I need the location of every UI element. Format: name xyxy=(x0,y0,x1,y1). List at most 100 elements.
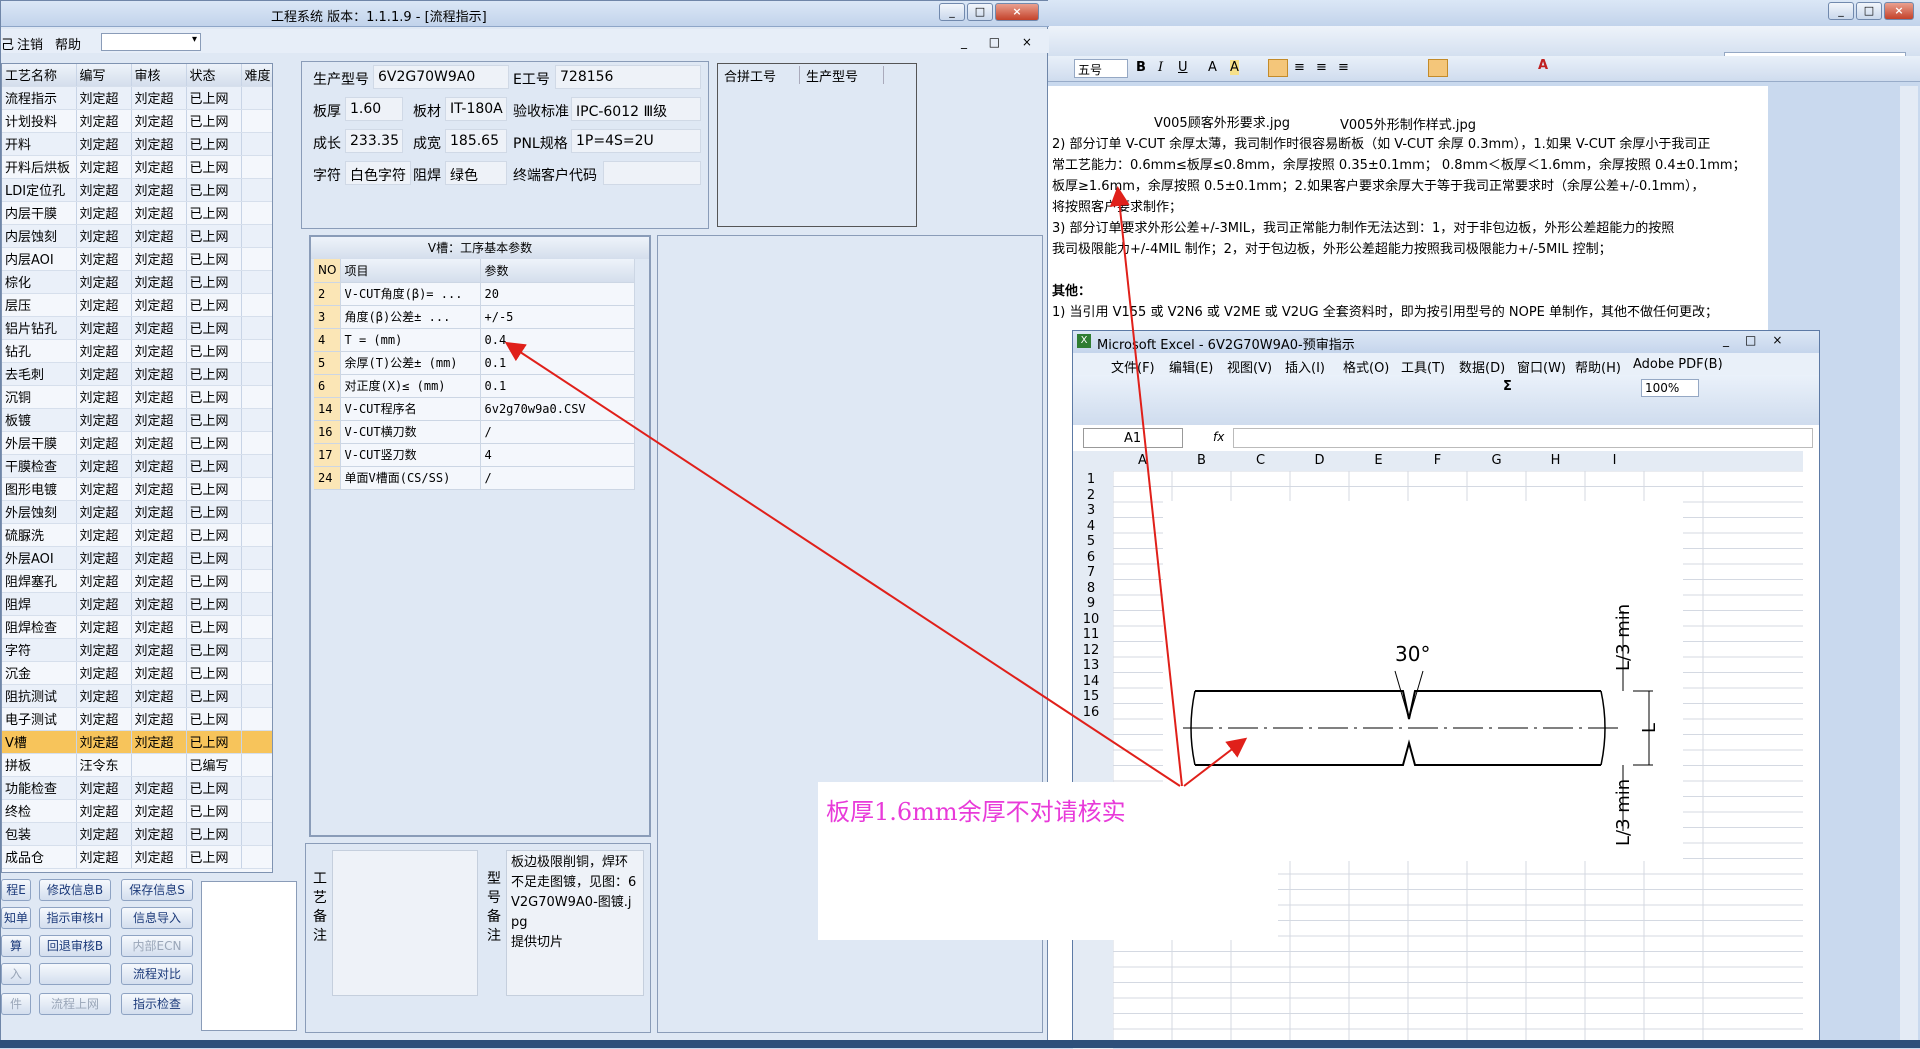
table-row[interactable]: 钻孔 刘定超 刘定超 已上网 xyxy=(2,339,272,363)
param-value-cell[interactable]: +/-5 xyxy=(480,305,635,329)
table-row[interactable]: 内层蚀刻 刘定超 刘定超 已上网 xyxy=(2,224,272,248)
sum-icon[interactable]: Σ xyxy=(1503,379,1512,394)
menu-item[interactable]: 视图(V) xyxy=(1227,357,1272,376)
menu-item[interactable]: 工具(T) xyxy=(1401,357,1445,376)
row-header[interactable]: 2 xyxy=(1073,488,1109,503)
row-header[interactable]: 16 xyxy=(1073,705,1109,720)
font-size-select[interactable]: 五号 xyxy=(1074,59,1128,78)
grid-header-cell[interactable]: 工艺名称 xyxy=(2,64,77,87)
table-row[interactable]: 功能检查 刘定超 刘定超 已上网 xyxy=(2,776,272,800)
row-header[interactable]: 1 xyxy=(1073,472,1109,487)
table-row[interactable]: 阻焊 刘定超 刘定超 已上网 xyxy=(2,592,272,616)
internal-ecn-button[interactable]: 内部ECN xyxy=(121,935,193,957)
table-row[interactable]: LDI定位孔 刘定超 刘定超 已上网 xyxy=(2,178,272,202)
file-button[interactable]: 件 xyxy=(1,993,31,1015)
column-header[interactable]: E xyxy=(1349,453,1408,468)
instruct-review-button[interactable]: 指示审核H xyxy=(39,907,111,929)
table-row[interactable]: 14 V-CUT程序名 6v2g70w9a0.CSV xyxy=(314,397,635,421)
maximize-button[interactable]: □ xyxy=(1856,2,1882,20)
table-row[interactable]: 沉铜 刘定超 刘定超 已上网 xyxy=(2,385,272,409)
width-field[interactable]: 185.65 xyxy=(445,129,507,153)
formula-bar[interactable] xyxy=(1233,428,1813,448)
table-row[interactable]: 外层AOI 刘定超 刘定超 已上网 xyxy=(2,546,272,570)
char-field[interactable]: 白色字符 xyxy=(345,161,411,185)
instruct-check-button[interactable]: 指示检查 xyxy=(121,993,193,1015)
column-header[interactable]: I xyxy=(1585,453,1644,468)
column-header[interactable]: B xyxy=(1172,453,1231,468)
menu-item-logout[interactable]: 注销 xyxy=(17,34,43,53)
table-row[interactable]: 成品仓 刘定超 刘定超 已上网 xyxy=(2,845,272,869)
table-row[interactable]: 内层AOI 刘定超 刘定超 已上网 xyxy=(2,247,272,271)
maximize-button[interactable]: □ xyxy=(967,3,993,21)
close-button[interactable]: × xyxy=(995,3,1039,21)
column-header[interactable]: H xyxy=(1526,453,1585,468)
row-header[interactable]: 11 xyxy=(1073,627,1109,642)
grid-header-cell[interactable]: 状态 xyxy=(186,64,242,87)
param-value-cell[interactable]: / xyxy=(480,466,635,490)
column-header[interactable]: G xyxy=(1467,453,1526,468)
name-box[interactable]: A1 xyxy=(1083,428,1183,448)
table-row[interactable]: 24 单面V槽面(CS/SS) / xyxy=(314,466,635,490)
justify-icon[interactable]: ≡ xyxy=(1338,60,1349,75)
column-header[interactable]: C xyxy=(1231,453,1290,468)
table-row[interactable]: 17 V-CUT竖刀数 4 xyxy=(314,443,635,467)
row-header[interactable]: 13 xyxy=(1073,658,1109,673)
column-header[interactable]: F xyxy=(1408,453,1467,468)
param-value-cell[interactable]: / xyxy=(480,420,635,444)
char-border-icon[interactable]: A xyxy=(1208,60,1217,75)
save-info-button[interactable]: 保存信息S xyxy=(121,879,193,901)
row-header[interactable]: 4 xyxy=(1073,519,1109,534)
info-import-button[interactable]: 信息导入 xyxy=(121,907,193,929)
table-row[interactable]: 终检 刘定超 刘定超 已上网 xyxy=(2,799,272,823)
table-row[interactable]: 层压 刘定超 刘定超 已上网 xyxy=(2,293,272,317)
table-row[interactable]: 16 V-CUT横刀数 / xyxy=(314,420,635,444)
param-value-cell[interactable]: 4 xyxy=(480,443,635,467)
table-row[interactable]: 铝片钻孔 刘定超 刘定超 已上网 xyxy=(2,316,272,340)
param-value-cell[interactable]: 0.4 xyxy=(480,328,635,352)
length-field[interactable]: 233.35 xyxy=(345,129,403,153)
menu-item[interactable]: 窗口(W) xyxy=(1517,357,1566,376)
table-row[interactable]: 外层蚀刻 刘定超 刘定超 已上网 xyxy=(2,500,272,524)
revert-review-button[interactable]: 回退审核B xyxy=(39,935,111,957)
minimize-button[interactable]: _ xyxy=(939,3,965,21)
calc-button[interactable]: 算 xyxy=(1,935,31,957)
param-value-cell[interactable]: 0.1 xyxy=(480,351,635,375)
table-row[interactable]: 干膜检查 刘定超 刘定超 已上网 xyxy=(2,454,272,478)
minimize-button[interactable]: _ xyxy=(1828,2,1854,20)
align-center-icon[interactable]: ≡ xyxy=(1294,60,1305,75)
table-row[interactable]: 开料 刘定超 刘定超 已上网 xyxy=(2,132,272,156)
table-row[interactable]: 流程指示 刘定超 刘定超 已上网 xyxy=(2,86,272,110)
toolbar-combo[interactable]: ▾ xyxy=(101,33,201,51)
menu-item[interactable]: Adobe PDF(B) xyxy=(1633,357,1723,372)
notice-button[interactable]: 知单 xyxy=(1,907,31,929)
row-header[interactable]: 15 xyxy=(1073,689,1109,704)
numbering-icon[interactable] xyxy=(1428,59,1448,77)
align-right-icon[interactable]: ≡ xyxy=(1316,60,1327,75)
table-row[interactable]: 计划投料 刘定超 刘定超 已上网 xyxy=(2,109,272,133)
align-left-icon[interactable] xyxy=(1268,59,1288,77)
param-value-cell[interactable]: 20 xyxy=(480,282,635,306)
row-header[interactable]: 14 xyxy=(1073,674,1109,689)
table-row[interactable]: 图形电镀 刘定超 刘定超 已上网 xyxy=(2,477,272,501)
table-row[interactable]: 阻焊检查 刘定超 刘定超 已上网 xyxy=(2,615,272,639)
modify-info-button[interactable]: 修改信息B xyxy=(39,879,111,901)
row-header[interactable]: 8 xyxy=(1073,581,1109,596)
row-header[interactable]: 5 xyxy=(1073,534,1109,549)
table-row[interactable]: 5 余厚(T)公差± (mm) 0.1 xyxy=(314,351,635,375)
row-header[interactable]: 6 xyxy=(1073,550,1109,565)
table-row[interactable]: 4T = (mm) 0.4 xyxy=(314,328,635,352)
row-header[interactable]: 7 xyxy=(1073,565,1109,580)
pnl-field[interactable]: 1P=4S=2U xyxy=(571,129,701,153)
table-row[interactable]: 去毛刺 刘定超 刘定超 已上网 xyxy=(2,362,272,386)
table-row[interactable]: 包装 刘定超 刘定超 已上网 xyxy=(2,822,272,846)
flow-compare-button[interactable]: 流程对比 xyxy=(121,963,193,985)
customer-code-field[interactable] xyxy=(603,161,701,185)
table-row[interactable]: 沉金 刘定超 刘定超 已上网 xyxy=(2,661,272,685)
column-header[interactable]: A xyxy=(1113,453,1172,468)
table-row[interactable]: 3 角度(β)公差± ... +/-5 xyxy=(314,305,635,329)
merge-list[interactable]: 合拼工号 生产型号 xyxy=(717,63,917,227)
import-button[interactable]: 入 xyxy=(1,963,31,985)
table-row[interactable]: 开料后烘板 刘定超 刘定超 已上网 xyxy=(2,155,272,179)
table-row[interactable]: 6 对正度(X)≤ (mm) 0.1 xyxy=(314,374,635,398)
table-row[interactable]: 拼板 汪令东 已编写 xyxy=(2,753,272,777)
